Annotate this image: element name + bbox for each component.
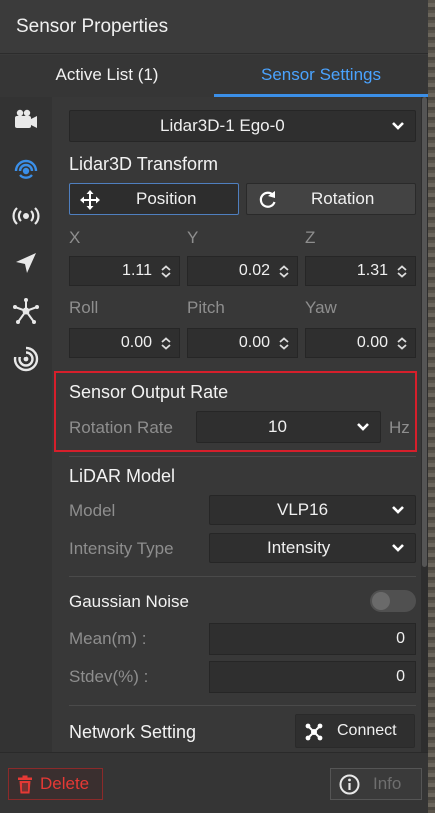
section-divider [69,456,416,457]
panel-footer: Delete Info [0,752,428,813]
background-scene-edge [428,0,435,813]
panel-title: Sensor Properties [0,0,428,54]
yaw-field[interactable]: 0.00 [305,328,416,358]
yaw-label: Yaw [305,298,337,317]
pitch-field[interactable]: 0.00 [187,328,298,358]
sensor-select-value: Lidar3D-1 Ego-0 [160,116,285,135]
stdev-field[interactable]: 0 [209,661,416,693]
position-label: Position [136,189,197,208]
position-x-field[interactable]: 1.11 [69,256,180,286]
radar-signal-icon[interactable] [11,153,41,183]
rotation-label: Rotation [311,189,375,208]
sensor-properties-panel: Sensor Properties Active List (1) Sensor… [0,0,428,813]
spinner-icon[interactable] [397,337,407,350]
network-setting-title: Network Setting [69,722,197,742]
y-label: Y [187,228,199,247]
spinner-icon[interactable] [161,337,171,350]
gaussian-noise-toggle[interactable] [370,590,416,612]
connect-button[interactable]: Connect [295,714,415,748]
position-button[interactable]: Position [69,183,239,215]
chevron-down-icon [392,506,404,514]
position-x-value: 1.11 [122,262,152,279]
pitch-label: Pitch [187,298,225,317]
rotation-rate-label: Rotation Rate [69,418,173,437]
z-label: Z [305,228,316,247]
scrollbar-thumb[interactable] [422,97,427,567]
gaussian-noise-title: Gaussian Noise [69,592,190,611]
info-icon [339,774,360,795]
sidebar [0,97,52,752]
spinner-icon[interactable] [279,265,289,278]
x-label: X [69,228,81,247]
rotation-rate-value: 10 [268,417,287,436]
position-y-field[interactable]: 0.02 [187,256,298,286]
lidar-model-title: LiDAR Model [69,466,176,486]
stdev-label: Stdev(%) : [69,667,149,686]
chevron-down-icon [357,423,369,431]
model-value: VLP16 [277,500,329,519]
roll-field[interactable]: 0.00 [69,328,180,358]
spinner-icon[interactable] [279,337,289,350]
move-arrows-icon [80,190,100,210]
transform-title: Lidar3D Transform [69,154,219,174]
chevron-down-icon [392,122,404,130]
yaw-value: 0.00 [356,334,388,351]
trash-icon [18,775,32,794]
tab-bar: Active List (1) Sensor Settings [0,55,428,97]
rotation-rate-dropdown[interactable]: 10 [196,411,381,443]
delete-button[interactable]: Delete [8,768,103,800]
section-divider [69,705,416,706]
spinner-icon[interactable] [397,265,407,278]
chevron-down-icon [392,544,404,552]
roll-label: Roll [69,298,99,317]
model-label: Model [69,501,116,520]
tab-active-list[interactable]: Active List (1) [0,55,214,97]
intensity-type-value: Intensity [267,538,331,557]
navigation-arrow-icon[interactable] [11,248,41,278]
tab-sensor-settings[interactable]: Sensor Settings [214,55,428,97]
model-dropdown[interactable]: VLP16 [209,495,416,525]
info-button[interactable]: Info [330,768,422,800]
position-y-value: 0.02 [238,262,270,279]
hz-unit-label: Hz [389,418,410,437]
pitch-value: 0.00 [238,334,270,351]
connect-label: Connect [337,722,397,739]
roll-value: 0.00 [120,334,152,351]
info-label: Info [373,774,402,793]
toggle-knob [372,592,390,610]
mean-label: Mean(m) : [69,629,147,648]
intensity-type-dropdown[interactable]: Intensity [209,533,416,563]
spinner-icon[interactable] [161,265,171,278]
delete-label: Delete [40,774,90,793]
rotate-icon [259,191,276,208]
position-z-value: 1.31 [356,262,388,279]
network-connect-icon [305,723,323,741]
intensity-type-label: Intensity Type [69,539,174,558]
node-graph-icon[interactable] [11,296,41,326]
rotation-button[interactable]: Rotation [246,183,416,215]
broadcast-icon[interactable] [11,201,41,231]
output-rate-title: Sensor Output Rate [69,382,229,402]
camera-icon[interactable] [11,105,41,135]
sensor-select-dropdown[interactable]: Lidar3D-1 Ego-0 [69,110,416,142]
section-divider [69,576,416,577]
target-radar-icon[interactable] [11,344,41,374]
mean-field[interactable]: 0 [209,623,416,655]
position-z-field[interactable]: 1.31 [305,256,416,286]
